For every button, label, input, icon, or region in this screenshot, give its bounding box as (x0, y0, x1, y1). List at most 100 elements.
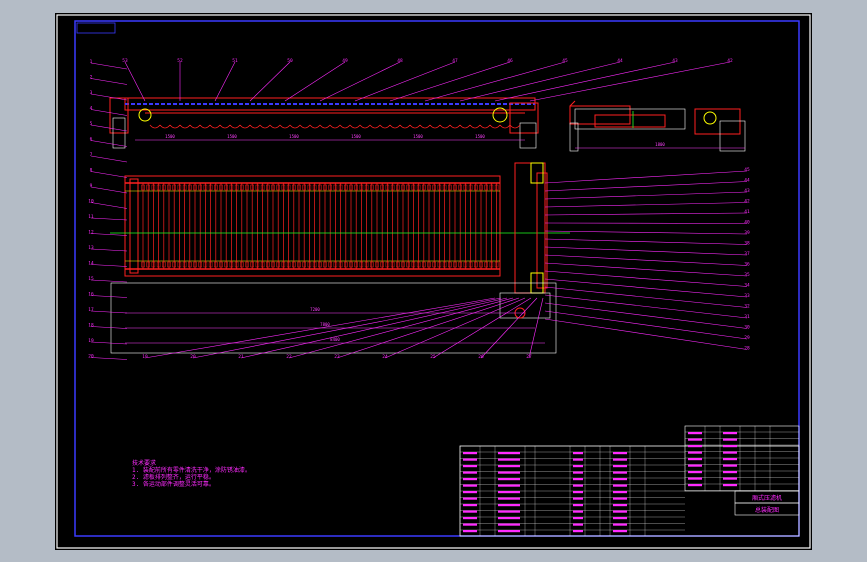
bom-text (613, 484, 627, 487)
leader (389, 61, 511, 102)
bom-text (613, 497, 627, 500)
leader (90, 310, 128, 314)
leader (544, 222, 748, 224)
leader (544, 181, 748, 192)
bom-text (613, 478, 627, 481)
drawing-number: 总装配图 (755, 506, 779, 514)
bom-text (498, 504, 520, 507)
balloon-label: 9 (90, 183, 93, 189)
leader (319, 61, 401, 102)
bom-text (463, 458, 477, 461)
balloon-label: 6 (90, 137, 93, 143)
leader (544, 246, 748, 256)
bom-text (613, 517, 627, 520)
balloon-label: 14 (88, 261, 94, 267)
leader (544, 286, 748, 308)
balloon-label: 49 (342, 58, 348, 64)
leader (459, 61, 621, 102)
balloon-label: 44 (744, 178, 750, 184)
notes-title: 技术要求 (132, 460, 157, 467)
bom-text (498, 465, 520, 468)
balloon-label: 22 (286, 354, 292, 360)
bom-text (573, 484, 583, 487)
bom-text (573, 458, 583, 461)
dimension-text: 7800 (320, 322, 330, 327)
leader (90, 326, 128, 329)
dimension-text: 1800 (655, 142, 665, 147)
leader (90, 341, 128, 345)
balloon-label: 21 (238, 354, 244, 360)
dimension-text: 1500 (227, 134, 237, 139)
balloon-label: 20 (88, 354, 94, 360)
bom-text (613, 465, 627, 468)
balloon-label: 7 (90, 152, 93, 158)
bom-text (463, 517, 477, 520)
leader (90, 295, 128, 298)
balloon-label: 52 (177, 58, 183, 64)
balloon-label: 44 (617, 58, 623, 64)
balloon-label: 37 (744, 251, 750, 257)
bom-text (463, 523, 477, 526)
bom-text (498, 523, 520, 526)
bom-text (688, 471, 702, 474)
bom-text (573, 523, 583, 526)
leader (90, 248, 128, 252)
balloon-label: 19 (88, 338, 94, 344)
balloon-label: 38 (744, 241, 750, 247)
technical-notes: 技术要求 1. 装配前所有零件清洗干净，涂防锈油漆。 2. 滤板排列整齐，运行平… (132, 460, 251, 488)
bom-text (613, 452, 627, 455)
bom-text (613, 491, 627, 494)
leader (544, 318, 748, 350)
bom-text (463, 530, 477, 533)
bom-text (573, 530, 583, 533)
bom-text (723, 432, 737, 435)
leader (90, 93, 128, 101)
dimension-text: 1500 (475, 134, 485, 139)
bom-text (463, 504, 477, 507)
balloon-label: 25 (430, 354, 436, 360)
balloon-label: 11 (88, 214, 94, 220)
bom-text (688, 432, 702, 435)
leader (124, 61, 146, 102)
notes-line: 2. 滤板排列整齐，运行平稳。 (132, 474, 215, 481)
balloon-label: 34 (744, 283, 750, 289)
leader (544, 230, 748, 235)
corner-tag (76, 22, 116, 34)
balloon-label: 1 (90, 59, 93, 65)
bom-text (723, 464, 737, 467)
balloon-label: 41 (744, 209, 750, 215)
leader (90, 155, 128, 163)
bom-text (723, 477, 737, 480)
balloon-label: 13 (88, 245, 94, 251)
leader (90, 279, 128, 283)
bom-text (688, 464, 702, 467)
bom-text (613, 458, 627, 461)
bill-of-materials (459, 425, 800, 537)
bom-text (613, 523, 627, 526)
dimension-text: 1500 (351, 134, 361, 139)
bom-text (498, 491, 520, 494)
leader (529, 61, 731, 102)
balloon-label: 29 (744, 335, 750, 341)
balloon-label: 10 (88, 199, 94, 205)
balloon-label: 42 (744, 199, 750, 205)
leader (90, 202, 128, 209)
bom-text (498, 452, 520, 455)
title-block: 厢式压滤机 总装配图 (734, 490, 800, 516)
leader (544, 302, 748, 329)
leader (544, 310, 748, 340)
dimension-text: 8400 (330, 337, 340, 342)
leader (214, 61, 236, 102)
bom-text (498, 478, 520, 481)
leader (544, 254, 748, 266)
balloon-label: 51 (232, 58, 238, 64)
dimension-text: 1500 (289, 134, 299, 139)
balloon-label: 42 (727, 58, 733, 64)
bom-text (498, 471, 520, 474)
bom-text (463, 484, 477, 487)
leader (544, 294, 748, 319)
balloon-label: 19 (142, 354, 148, 360)
balloon-label: 31 (744, 314, 750, 320)
balloon-label: 33 (744, 293, 750, 299)
leader (284, 61, 346, 102)
